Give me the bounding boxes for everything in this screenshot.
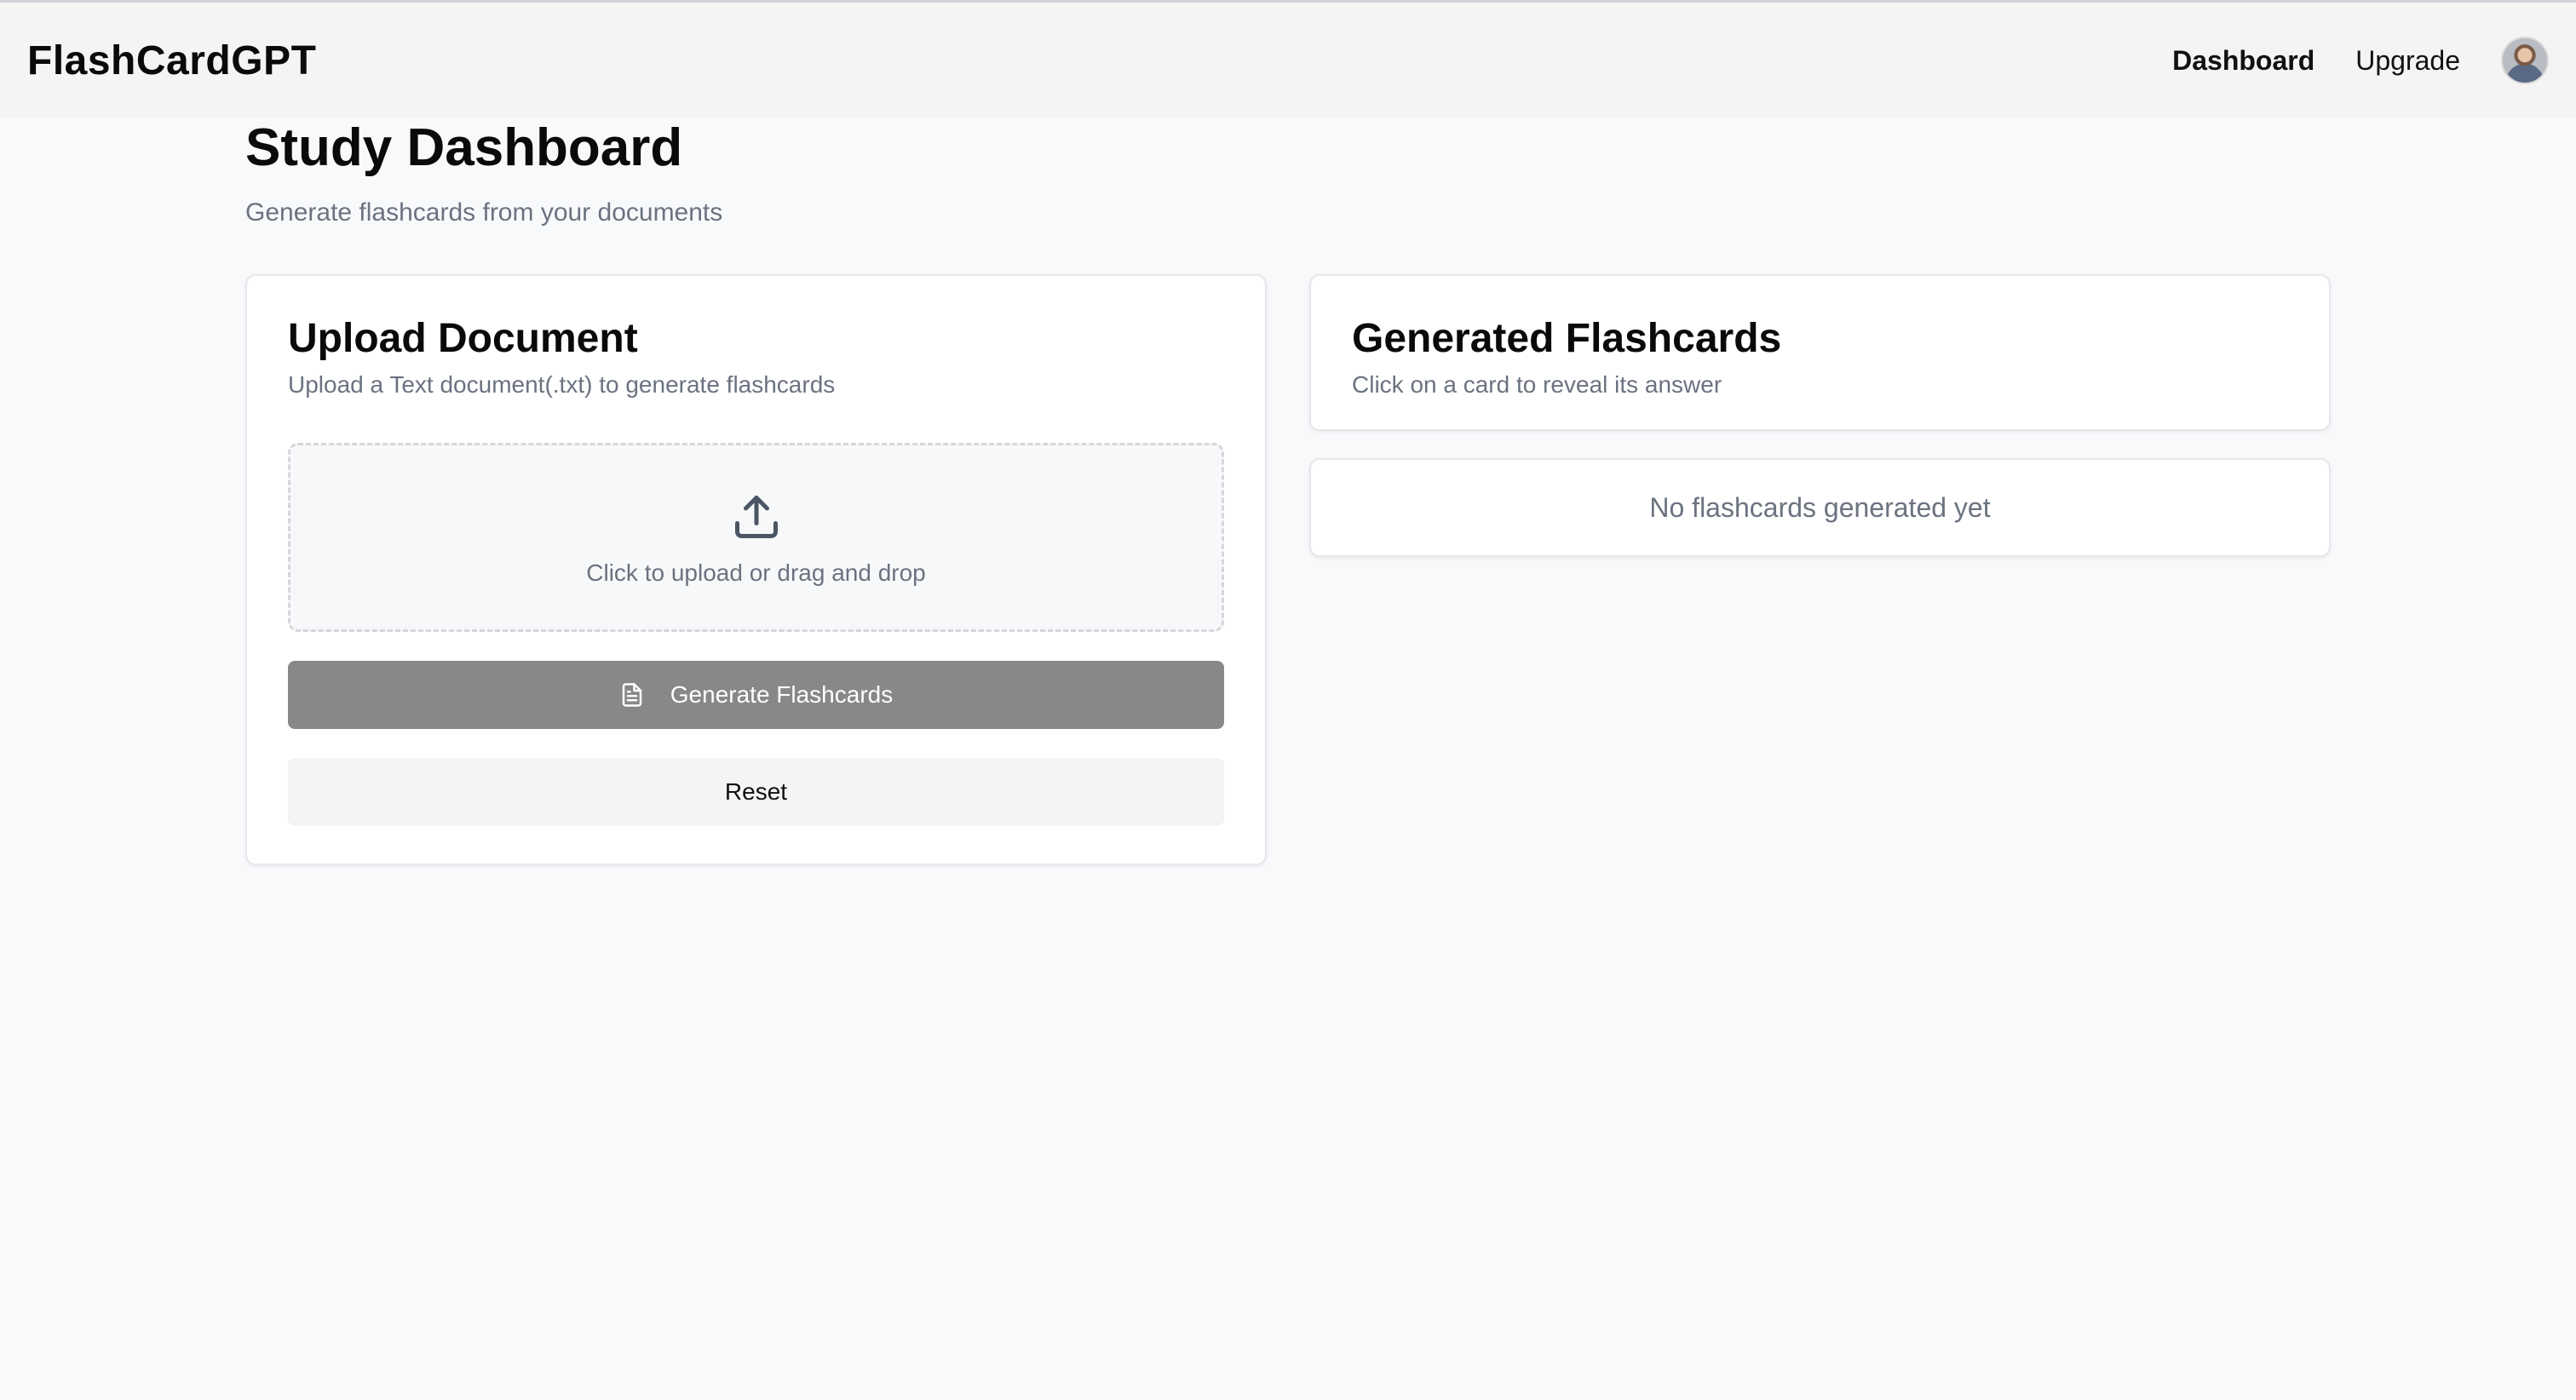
nav-links: Dashboard Upgrade xyxy=(2172,37,2549,84)
user-avatar[interactable] xyxy=(2501,37,2549,84)
flashcards-column: Generated Flashcards Click on a card to … xyxy=(1309,274,2331,865)
nav-dashboard-link[interactable]: Dashboard xyxy=(2172,45,2314,77)
page-subtitle: Generate flashcards from your documents xyxy=(245,198,723,227)
empty-flashcards-state: No flashcards generated yet xyxy=(1309,458,2331,557)
dropzone-text: Click to upload or drag and drop xyxy=(586,559,926,586)
upload-card: Upload Document Upload a Text document(.… xyxy=(245,274,1267,865)
flashcards-card-title: Generated Flashcards xyxy=(1352,316,1782,361)
file-dropzone[interactable]: Click to upload or drag and drop xyxy=(288,443,1224,632)
generate-flashcards-label: Generate Flashcards xyxy=(670,681,894,708)
upload-card-title: Upload Document xyxy=(288,316,638,361)
flashcards-card-description: Click on a card to reveal its answer xyxy=(1352,371,1722,398)
upload-column: Upload Document Upload a Text document(.… xyxy=(245,274,1267,865)
main-content: Study Dashboard Generate flashcards from… xyxy=(245,118,2331,865)
brand-logo[interactable]: FlashCardGPT xyxy=(27,37,316,84)
generate-flashcards-button[interactable]: Generate Flashcards xyxy=(288,661,1224,729)
flashcards-header-card: Generated Flashcards Click on a card to … xyxy=(1309,274,2331,431)
upload-icon xyxy=(734,496,778,538)
dashboard-columns: Upload Document Upload a Text document(.… xyxy=(245,274,2331,865)
page-title: Study Dashboard xyxy=(245,118,683,177)
navbar: FlashCardGPT Dashboard Upgrade xyxy=(0,3,2576,118)
document-icon xyxy=(622,683,642,707)
nav-upgrade-link[interactable]: Upgrade xyxy=(2355,45,2460,77)
reset-button[interactable]: Reset xyxy=(288,758,1224,826)
upload-card-description: Upload a Text document(.txt) to generate… xyxy=(288,371,836,398)
